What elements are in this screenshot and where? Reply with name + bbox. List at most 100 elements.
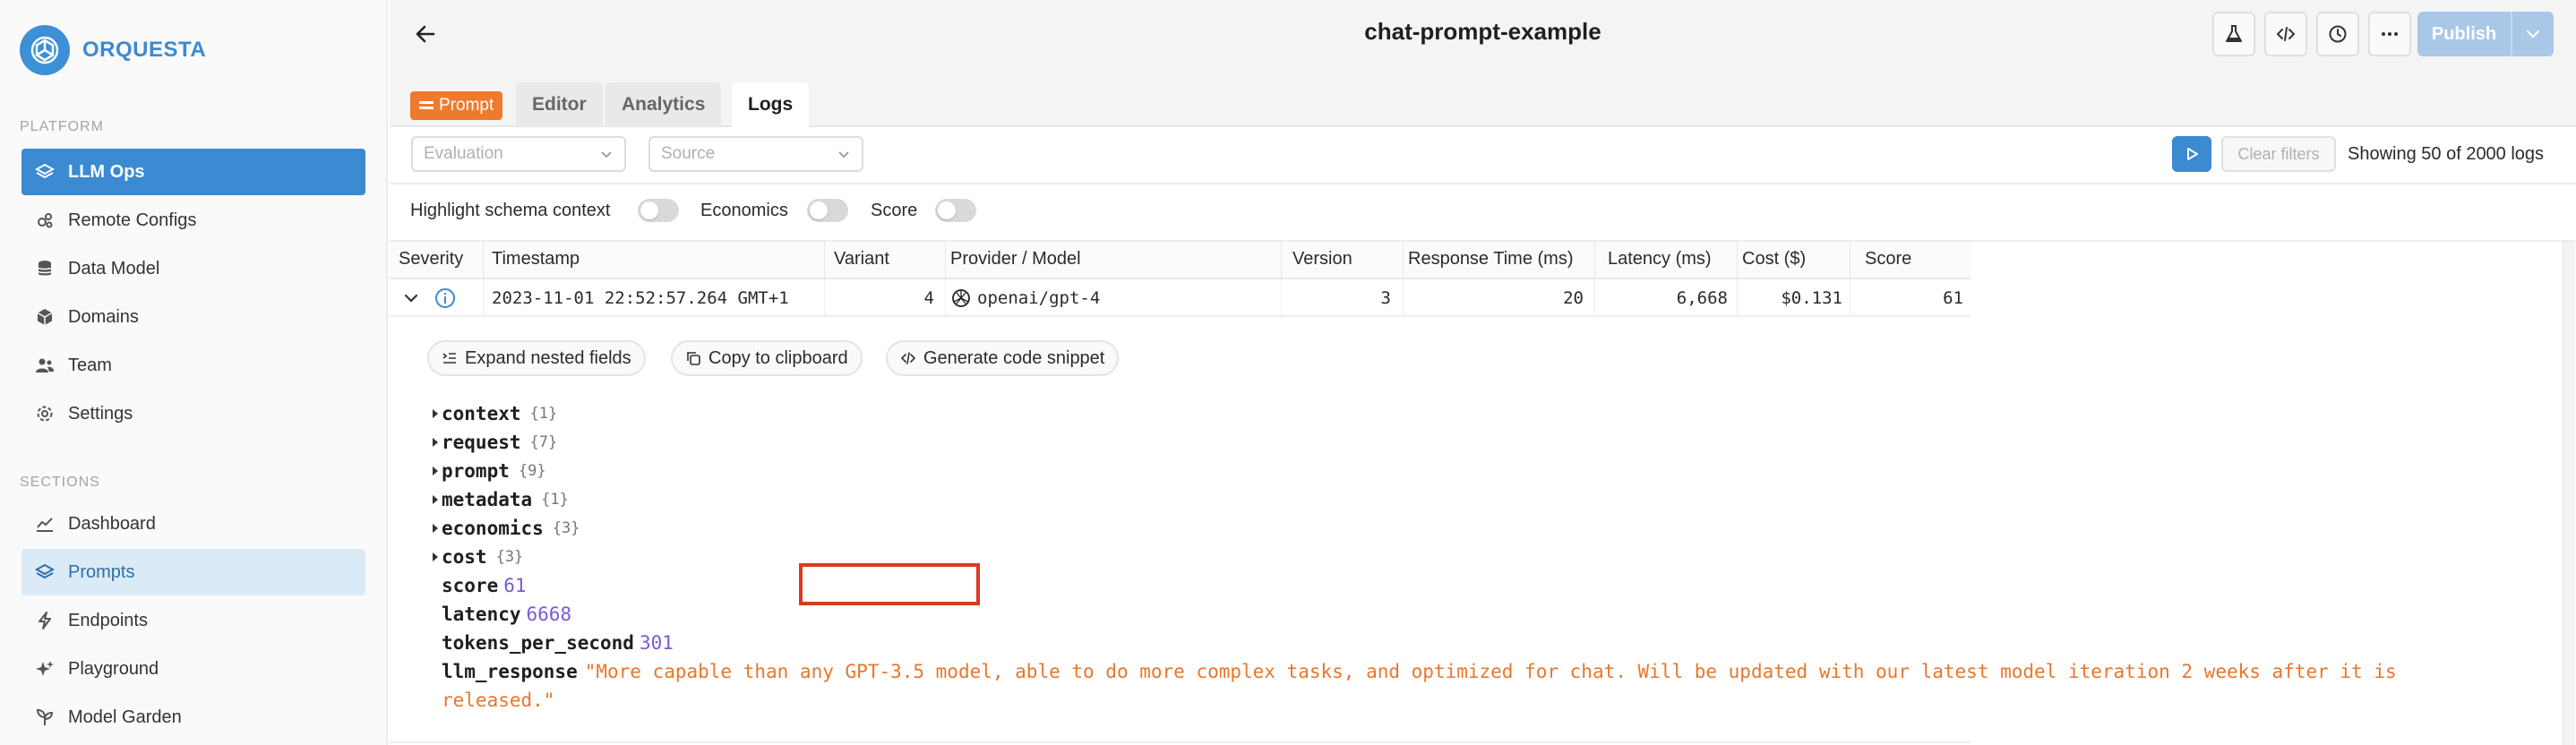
highlight-schema-toggle[interactable] — [638, 199, 679, 222]
tree-node-context[interactable]: context {1} — [433, 400, 557, 427]
table-scrollbar[interactable] — [2563, 242, 2575, 745]
highlight-schema-label: Highlight schema context — [410, 201, 611, 220]
chevron-down-icon — [838, 151, 849, 158]
database-icon — [34, 258, 56, 279]
tree-node-economics[interactable]: economics {3} — [433, 515, 580, 542]
sidebar-item-label: Domains — [68, 306, 139, 327]
clock-icon — [2329, 25, 2347, 43]
table-header: Severity Timestamp Variant Provider / Mo… — [390, 242, 1971, 279]
sidebar-item-dashboard[interactable]: Dashboard — [21, 501, 365, 547]
tree-leaf-score: score 61 — [442, 572, 527, 599]
tree-leaf-llm-response-continued: released." — [442, 687, 554, 714]
tab-analytics[interactable]: Analytics — [605, 82, 722, 127]
caret-right-icon — [433, 552, 438, 561]
tree-node-cost[interactable]: cost {3} — [433, 544, 523, 570]
sidebar-item-endpoints[interactable]: Endpoints — [21, 597, 365, 644]
copy-to-clipboard-button[interactable]: Copy to clipboard — [671, 340, 863, 376]
chart-line-icon — [34, 513, 56, 535]
history-button[interactable] — [2316, 12, 2359, 56]
tab-editor[interactable]: Editor — [516, 82, 603, 127]
column-header[interactable]: Severity — [399, 249, 463, 270]
platform-section-label: PLATFORM — [20, 119, 104, 134]
column-divider — [1737, 242, 1738, 279]
sidebar-item-label: Team — [68, 355, 112, 375]
sidebar-item-playground[interactable]: Playground — [21, 646, 365, 692]
toggle-knob — [810, 201, 828, 219]
table-row[interactable]: 2023-11-01 22:52:57.264 GMT+1 4 openai/g… — [390, 279, 1971, 317]
tree-value: "More capable than any GPT-3.5 model, ab… — [584, 661, 2397, 682]
caret-right-icon — [433, 495, 438, 504]
economics-toggle[interactable] — [807, 199, 848, 222]
play-icon — [2187, 148, 2198, 160]
column-header[interactable]: Latency (ms) — [1608, 249, 1712, 270]
score-toggle[interactable] — [935, 199, 976, 222]
sidebar-item-team[interactable]: Team — [21, 342, 365, 389]
tree-node-metadata[interactable]: metadata {1} — [433, 486, 569, 513]
brand[interactable]: ORQUESTA — [20, 23, 206, 77]
tree-count: {9} — [518, 462, 546, 480]
sidebar-item-settings[interactable]: Settings — [21, 390, 365, 437]
more-options-button[interactable] — [2368, 12, 2411, 56]
column-divider — [1403, 242, 1404, 279]
tree-node-request[interactable]: request {7} — [433, 429, 557, 456]
sidebar-item-llm-ops[interactable]: LLM Ops — [21, 149, 365, 195]
tree-key: metadata — [442, 489, 533, 510]
filter-bar: Evaluation Source Clear filters Showing … — [390, 127, 2576, 184]
publish-button[interactable]: Publish — [2417, 12, 2554, 56]
tab-bar: Prompt Editor Analytics Logs — [390, 68, 2576, 127]
tab-logs[interactable]: Logs — [732, 82, 810, 127]
users-icon — [34, 355, 56, 376]
column-header[interactable]: Timestamp — [492, 249, 580, 270]
sidebar-item-label: Settings — [68, 403, 133, 424]
expand-nested-fields-button[interactable]: Expand nested fields — [427, 340, 646, 376]
column-header[interactable]: Version — [1292, 249, 1352, 270]
sidebar-item-remote-configs[interactable]: Remote Configs — [21, 197, 365, 244]
tree-count: {3} — [495, 548, 524, 566]
score-cell: 61 — [1943, 288, 1963, 308]
gear-icon — [34, 403, 56, 424]
layers-icon — [34, 561, 56, 583]
score-highlight-box — [799, 563, 980, 605]
column-header[interactable]: Variant — [834, 249, 889, 270]
sidebar-item-model-garden[interactable]: Model Garden — [21, 694, 365, 741]
caret-right-icon — [433, 438, 438, 447]
copy-icon — [687, 352, 700, 365]
toggle-knob — [938, 201, 956, 219]
sidebar-item-data-model[interactable]: Data Model — [21, 245, 365, 292]
sidebar-item-domains[interactable]: Domains — [21, 294, 365, 340]
main-panel: chat-prompt-example Publish Prompt Edito… — [390, 0, 2576, 745]
generate-code-snippet-button[interactable]: Generate code snippet — [886, 340, 1120, 376]
sidebar-item-label: LLM Ops — [68, 161, 145, 182]
toggle-bar: Highlight schema context Economics Score — [390, 184, 2576, 242]
chevron-down-icon[interactable] — [403, 290, 419, 311]
menu-lines-icon — [419, 101, 434, 109]
tree-node-prompt[interactable]: prompt {9} — [433, 458, 546, 484]
tree-leaf-latency: latency 6668 — [442, 601, 571, 628]
detail-divider — [390, 741, 1971, 743]
layers-icon — [34, 161, 56, 183]
latency-cell: 6,668 — [1676, 288, 1728, 308]
tree-key: context — [442, 403, 521, 424]
score-label: Score — [871, 201, 918, 220]
sidebar-item-prompts[interactable]: Prompts — [21, 549, 365, 595]
openai-logo-icon — [950, 287, 972, 313]
column-header[interactable]: Score — [1865, 249, 1911, 270]
tree-value: 61 — [503, 575, 527, 596]
clear-filters-button[interactable]: Clear filters — [2221, 136, 2336, 172]
column-header[interactable]: Provider / Model — [950, 249, 1081, 270]
source-select[interactable]: Source — [648, 136, 863, 172]
experiment-button[interactable] — [2212, 12, 2255, 56]
version-cell: 3 — [1380, 288, 1391, 308]
column-header[interactable]: Cost ($) — [1742, 249, 1806, 270]
caret-right-icon — [433, 524, 438, 533]
column-divider — [1594, 242, 1595, 279]
sidebar-item-label: Prompts — [68, 561, 135, 582]
evaluation-select[interactable]: Evaluation — [411, 136, 626, 172]
run-filter-button[interactable] — [2172, 136, 2211, 172]
plant-icon — [34, 706, 56, 728]
column-header[interactable]: Response Time (ms) — [1408, 249, 1574, 270]
code-button[interactable] — [2264, 12, 2307, 56]
tree-key: llm_response — [442, 661, 578, 682]
chevron-down-icon[interactable] — [2512, 12, 2554, 56]
tree-key: economics — [442, 518, 544, 539]
